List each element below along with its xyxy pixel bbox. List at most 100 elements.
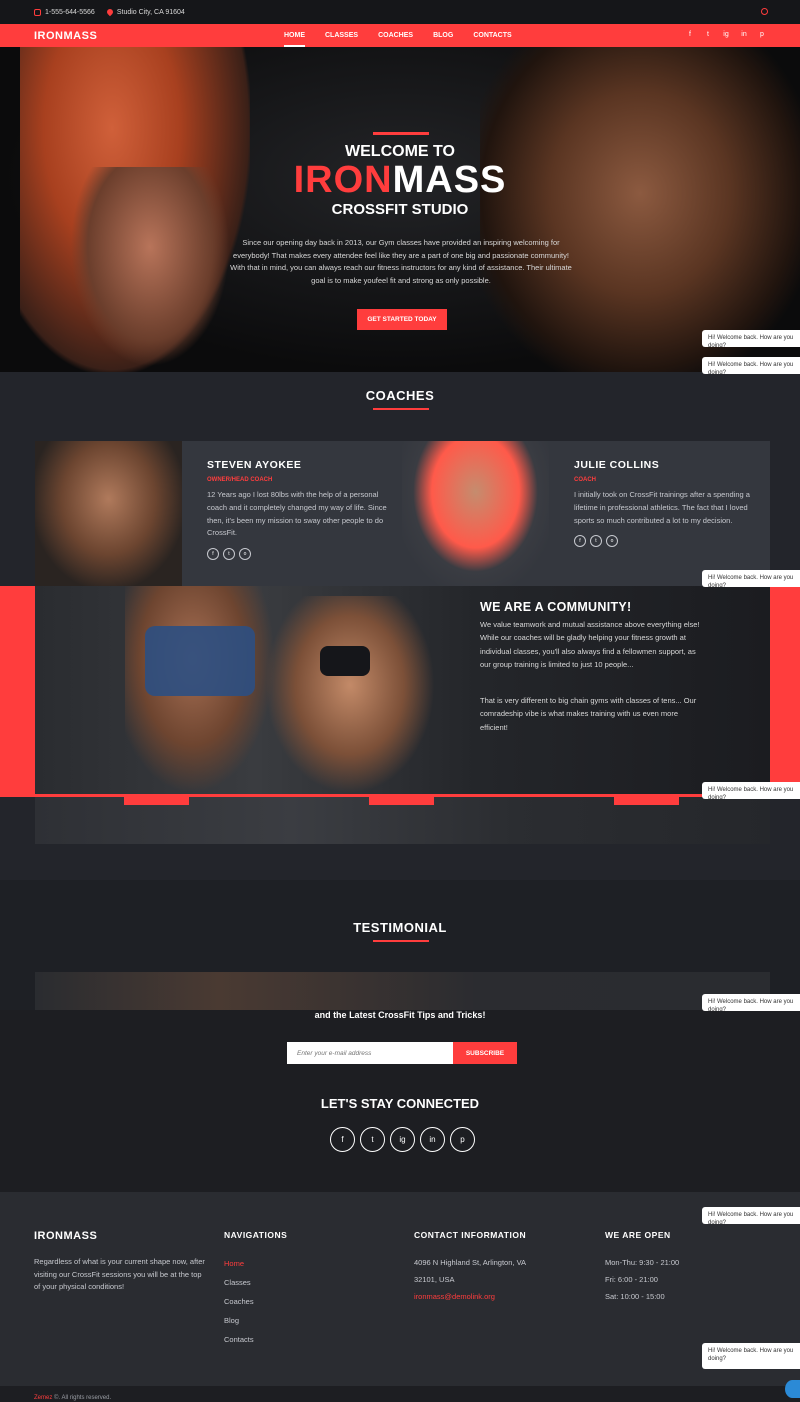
phone-number: 1-555-644-5566 (45, 8, 95, 16)
nav-blog[interactable]: BLOG (433, 24, 453, 47)
community-text-2: That is very different to big chain gyms… (480, 696, 697, 732)
testimonial-title-line (373, 940, 429, 942)
hero-subtitle: CROSSFIT STUDIO (331, 201, 469, 218)
facebook-icon[interactable]: f (686, 31, 694, 39)
footer-nav-heading: NAVIGATIONS (224, 1230, 288, 1240)
testimonial-title: TESTIMONIAL (353, 920, 447, 935)
footer-hours-item: Sat: 10:00 - 15:00 (605, 1292, 665, 1301)
footer-link-contacts[interactable]: Contacts (224, 1330, 287, 1349)
coach-name: JULIE COLLINS (574, 459, 660, 471)
twitter-icon[interactable]: t (360, 1127, 385, 1152)
class-button[interactable] (369, 797, 434, 805)
facebook-icon[interactable]: f (574, 535, 586, 548)
nav-contacts[interactable]: CONTACTS (473, 24, 511, 47)
phone-info[interactable]: 1-555-644-5566 (34, 8, 95, 16)
instagram-icon[interactable]: o (606, 535, 618, 548)
instagram-icon[interactable]: ig (722, 31, 730, 39)
linkedin-icon[interactable]: in (420, 1127, 445, 1152)
footer-link-blog[interactable]: Blog (224, 1311, 287, 1330)
community-text-1: We value teamwork and mutual assistance … (480, 620, 700, 670)
chat-bubble[interactable]: Hi! Welcome back. How are you doing? (702, 1207, 800, 1224)
subscribe-lead: and the Latest CrossFit Tips and Tricks! (314, 1010, 486, 1020)
footer-contact-heading: CONTACT INFORMATION (414, 1230, 527, 1240)
footer-link-coaches[interactable]: Coaches (224, 1292, 287, 1311)
coach-socials: f t o (207, 548, 387, 561)
twitter-icon[interactable]: t (223, 548, 235, 561)
coach-card: JULIE COLLINS COACH I initially took on … (402, 441, 770, 586)
footer-contact: CONTACT INFORMATION 4096 N Highland St, … (414, 1230, 526, 1305)
coach-bio: I initially took on CrossFit trainings a… (574, 490, 750, 525)
twitter-icon[interactable]: t (704, 31, 712, 39)
coach-role: COACH (574, 477, 596, 483)
logo[interactable]: IRONMASS (34, 30, 97, 42)
chat-bubble[interactable]: Hi! Welcome back. How are you doing? (702, 782, 800, 799)
footer: IRONMASS Regardless of what is your curr… (0, 1192, 800, 1386)
subscribe-button[interactable]: SUBSCRIBE (453, 1042, 517, 1064)
footer-about: IRONMASS Regardless of what is your curr… (34, 1230, 209, 1294)
chat-bubble[interactable]: Hi! Welcome back. How are you doing? (702, 570, 800, 587)
hero-title-red: IRON (293, 159, 393, 201)
search-icon[interactable] (761, 8, 768, 15)
chat-widget-icon[interactable] (785, 1380, 800, 1398)
nav-menu: HOME CLASSES COACHES BLOG CONTACTS (284, 24, 512, 47)
community-section: WE ARE A COMMUNITY! We value teamwork an… (35, 586, 770, 794)
hero-title-white: MASS (392, 159, 507, 201)
footer-address-line-1: 4096 N Highland St, Arlington, VA (414, 1258, 527, 1267)
pinterest-icon[interactable]: p (758, 31, 766, 39)
coach-socials: f t o (574, 535, 754, 548)
footer-hours-item: Fri: 6:00 - 21:00 (605, 1275, 658, 1284)
coach-bio: 12 Years ago I lost 80lbs with the help … (207, 490, 387, 538)
hero-accent-line (373, 132, 429, 135)
chat-bubble[interactable]: Hi! Welcome back. How are you doing? (702, 357, 800, 374)
twitter-icon[interactable]: t (590, 535, 602, 548)
pinterest-icon[interactable]: p (450, 1127, 475, 1152)
facebook-icon[interactable]: f (330, 1127, 355, 1152)
location-text: Studio City, CA 91604 (116, 8, 185, 16)
coach-name: STEVEN AYOKEE (207, 459, 302, 471)
footer-email-link[interactable]: ironmass@demolink.org (414, 1288, 526, 1305)
classes-strip (35, 797, 770, 844)
copyright-text: ©. All rights reserved. (54, 1395, 112, 1401)
copyright-brand-link[interactable]: Zemez (34, 1395, 52, 1401)
footer-address-line-2: 32101, USA (414, 1275, 455, 1284)
footer-link-home[interactable]: Home (224, 1254, 287, 1273)
class-button[interactable] (614, 797, 679, 805)
map-pin-icon (105, 7, 115, 17)
coaches-title-line (373, 408, 429, 410)
coach-photo (402, 441, 549, 586)
chat-bubble[interactable]: Hi! Welcome back. How are you doing? (702, 994, 800, 1011)
instagram-icon[interactable]: o (239, 548, 251, 561)
coach-role: OWNER/HEAD COACH (207, 477, 273, 483)
stay-connected-title: LET'S STAY CONNECTED (320, 1096, 480, 1111)
footer-navigation: NAVIGATIONS Home Classes Coaches Blog Co… (224, 1230, 287, 1349)
facebook-icon[interactable]: f (207, 548, 219, 561)
community-woman-outfit (320, 646, 370, 676)
community-title: WE ARE A COMMUNITY! (480, 600, 632, 614)
email-input[interactable] (287, 1042, 453, 1064)
linkedin-icon[interactable]: in (740, 31, 748, 39)
phone-icon (34, 8, 41, 16)
coach-card: STEVEN AYOKEE OWNER/HEAD COACH 12 Years … (35, 441, 403, 586)
community-woman-image (265, 596, 435, 794)
nav-social: f t ig in p (686, 31, 766, 39)
instagram-icon[interactable]: ig (390, 1127, 415, 1152)
top-info-bar: 1-555-644-5566 Studio City, CA 91604 (0, 0, 800, 24)
nav-home[interactable]: HOME (284, 24, 305, 47)
get-started-button[interactable]: GET STARTED TODAY (357, 309, 447, 330)
hero-title: IRONMASS (0, 159, 800, 202)
footer-about-text: Regardless of what is your current shape… (34, 1257, 205, 1291)
nav-coaches[interactable]: COACHES (378, 24, 413, 47)
community-man-shorts (145, 626, 255, 696)
class-button[interactable] (124, 797, 189, 805)
coaches-title: COACHES (365, 388, 435, 403)
location-info: Studio City, CA 91604 (105, 7, 185, 17)
hero-text: Since our opening day back in 2013, our … (230, 238, 572, 285)
chat-bubble[interactable]: Hi! Welcome back. How are you doing? (702, 330, 800, 347)
footer-link-classes[interactable]: Classes (224, 1273, 287, 1292)
footer-brand: IRONMASS (34, 1230, 98, 1242)
subscribe-section: and the Latest CrossFit Tips and Tricks!… (0, 1010, 800, 1192)
hero-section: WELCOME TO IRONMASS CROSSFIT STUDIO Sinc… (0, 47, 800, 372)
chat-bubble[interactable]: Hi! Welcome back. How are you doing? (702, 1343, 800, 1369)
main-nav: IRONMASS HOME CLASSES COACHES BLOG CONTA… (0, 24, 800, 47)
nav-classes[interactable]: CLASSES (325, 24, 358, 47)
